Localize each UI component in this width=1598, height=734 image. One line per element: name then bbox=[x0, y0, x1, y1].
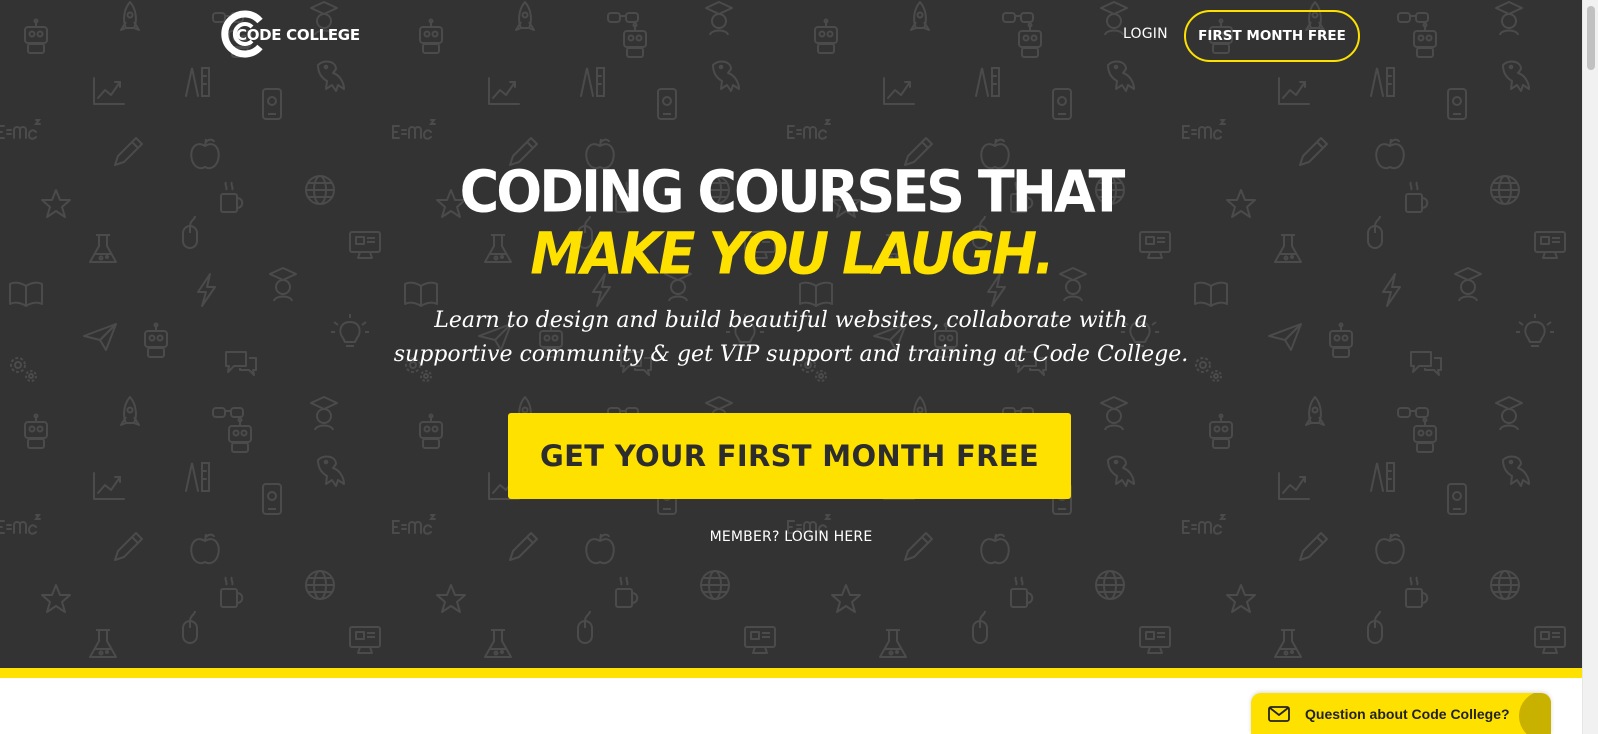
envelope-icon bbox=[1268, 705, 1290, 722]
chat-widget-button[interactable]: Question about Code College? bbox=[1251, 693, 1551, 734]
member-login-link[interactable]: MEMBER? LOGIN HERE bbox=[0, 529, 1582, 545]
nav-first-month-free-button[interactable]: FIRST MONTH FREE bbox=[1184, 10, 1360, 62]
vertical-scrollbar[interactable] bbox=[1582, 0, 1598, 734]
logo-text: CODE COLLEGE bbox=[236, 25, 360, 44]
hero-section: CODE COLLEGE LOGIN FIRST MONTH FREE CODI… bbox=[0, 0, 1582, 668]
hero-headline-line-1: CODING COURSES THAT bbox=[459, 157, 1126, 226]
chat-widget-label: Question about Code College? bbox=[1305, 705, 1510, 722]
scrollbar-thumb[interactable] bbox=[1587, 6, 1595, 70]
doodle-tile-8 bbox=[1182, 396, 1566, 658]
chat-widget-corner-decoration bbox=[1519, 693, 1551, 734]
hero-subtitle: Learn to design and build beautiful webs… bbox=[393, 308, 1189, 367]
hero-headline-line-2: MAKE YOU LAUGH. bbox=[530, 219, 1054, 288]
accent-divider bbox=[0, 668, 1582, 678]
nav-login-link[interactable]: LOGIN bbox=[1123, 26, 1168, 42]
get-first-month-free-button[interactable]: GET YOUR FIRST MONTH FREE bbox=[508, 413, 1071, 499]
code-college-logo[interactable]: CODE COLLEGE bbox=[219, 9, 360, 59]
doodle-tile-5 bbox=[0, 396, 381, 658]
